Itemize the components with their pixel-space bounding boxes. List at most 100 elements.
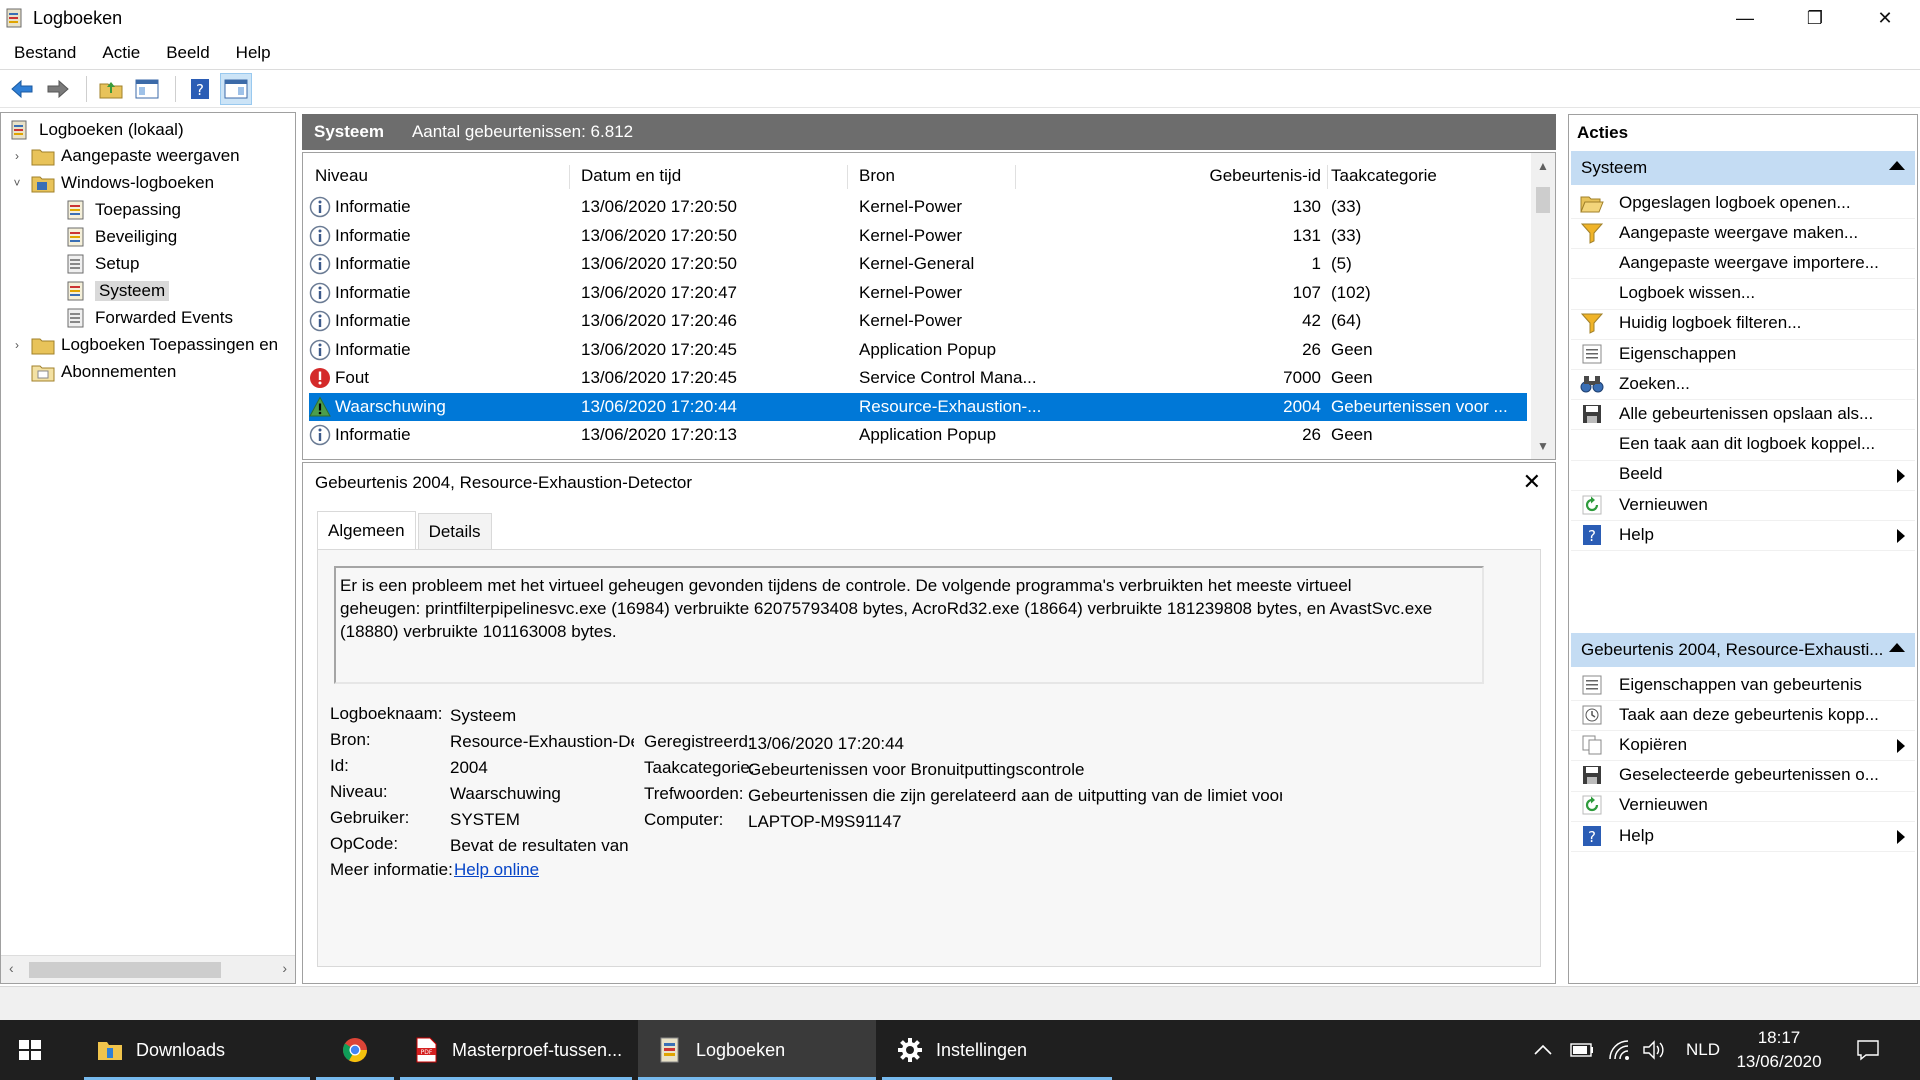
action-eigenschappen[interactable]: Eigenschappen: [1571, 338, 1915, 370]
column-header-niveau[interactable]: Niveau: [315, 159, 368, 193]
table-row[interactable]: Informatie 13/06/2020 17:20:50 Kernel-Powe…: [309, 193, 1527, 221]
tree-item-label: Forwarded Events: [95, 308, 233, 327]
table-row[interactable]: Informatie 13/06/2020 17:20:46 Kernel-Powe…: [309, 307, 1527, 335]
action-help[interactable]: ? Help: [1571, 820, 1915, 852]
tree-item-logboeken-toepassingen[interactable]: › Logboeken Toepassingen en: [9, 332, 278, 358]
scroll-thumb[interactable]: [1536, 187, 1550, 213]
tree-item-setup[interactable]: Setup: [65, 251, 139, 277]
action-taak-aan-deze-gebeurtenis-kopp[interactable]: Taak aan deze gebeurtenis kopp...: [1571, 699, 1915, 732]
action-logboek-wissen[interactable]: Logboek wissen...: [1571, 278, 1915, 310]
battery-button[interactable]: [1570, 1020, 1598, 1080]
collapse-caret-icon[interactable]: [1889, 161, 1905, 170]
folder-icon: [96, 1036, 124, 1064]
column-header-taakcategorie[interactable]: Taakcategorie: [1331, 159, 1437, 193]
show-hidden-icons-button[interactable]: [1534, 1020, 1558, 1080]
table-row[interactable]: Fout 13/06/2020 17:20:45 Service Control M…: [309, 364, 1527, 392]
column-divider[interactable]: [569, 165, 570, 189]
chevron-right-icon[interactable]: ›: [9, 338, 25, 352]
submenu-arrow-icon: [1897, 468, 1905, 483]
table-row[interactable]: Informatie 13/06/2020 17:20:50 Kernel-Gene…: [309, 250, 1527, 278]
column-header-gebeurtenis-id[interactable]: Gebeurtenis-id: [1193, 159, 1321, 193]
chevron-right-icon[interactable]: ›: [9, 149, 25, 163]
event-message[interactable]: Er is een probleem met het virtueel gehe…: [334, 566, 1484, 684]
scroll-up-icon[interactable]: ▲: [1537, 159, 1549, 173]
taskbar-masterproef[interactable]: PDF Masterproef-tussen...: [400, 1020, 632, 1080]
label-taakcategorie: Taakcategorie:: [644, 758, 755, 777]
show-hide-console-tree-button[interactable]: [131, 73, 163, 105]
forward-button[interactable]: [42, 73, 74, 105]
start-button[interactable]: [18, 1020, 54, 1080]
taskbar-logboeken[interactable]: Logboeken: [638, 1020, 876, 1080]
action-kopi-ren[interactable]: Kopiëren: [1571, 729, 1915, 762]
chevron-down-icon[interactable]: ˅: [9, 176, 25, 190]
column-divider[interactable]: [847, 165, 848, 189]
menu-help[interactable]: Help: [222, 43, 283, 63]
action-alle-gebeurtenissen-opslaan-als[interactable]: Alle gebeurtenissen opslaan als...: [1571, 398, 1915, 431]
tree-item-aangepaste-weergaven[interactable]: › Aangepaste weergaven: [9, 143, 240, 169]
taskbar-item-label: Logboeken: [696, 1039, 786, 1060]
action-een-taak-aan-dit-logboek-koppel[interactable]: Een taak aan dit logboek koppel...: [1571, 429, 1915, 461]
column-header-datum[interactable]: Datum en tijd: [581, 159, 681, 193]
network-button[interactable]: [1608, 1020, 1636, 1080]
taskbar-downloads[interactable]: Downloads: [84, 1020, 310, 1080]
action-geselecteerde-gebeurtenissen-o[interactable]: Geselecteerde gebeurtenissen o...: [1571, 760, 1915, 792]
event-list-vertical-scrollbar[interactable]: ▲ ▼: [1531, 153, 1555, 459]
cell-gebeurtenis-id: 2004: [1283, 396, 1321, 416]
column-divider[interactable]: [1015, 165, 1016, 189]
actions-section-systeem[interactable]: Systeem: [1571, 151, 1915, 185]
help-online-link[interactable]: Help online: [454, 860, 539, 880]
action-huidig-logboek-filteren[interactable]: Huidig logboek filteren...: [1571, 308, 1915, 340]
table-row[interactable]: Informatie 13/06/2020 17:20:45 Application…: [309, 336, 1527, 364]
column-divider[interactable]: [1327, 165, 1328, 189]
action-eigenschappen-van-gebeurtenis[interactable]: Eigenschappen van gebeurtenis: [1571, 669, 1915, 701]
minimize-button[interactable]: —: [1710, 0, 1780, 36]
table-row[interactable]: Informatie 13/06/2020 17:20:13 Application…: [309, 421, 1527, 449]
action-aangepaste-weergave-importere[interactable]: Aangepaste weergave importere...: [1571, 247, 1915, 280]
restore-button[interactable]: ❐: [1780, 0, 1850, 36]
scroll-left-icon[interactable]: ‹: [9, 960, 14, 976]
tree-item-forwarded-events[interactable]: Forwarded Events: [65, 305, 233, 331]
language-indicator[interactable]: NLD: [1686, 1020, 1720, 1080]
event-message-line: (18880) verbruikte 101163008 bytes.: [340, 622, 617, 641]
show-hide-action-pane-button[interactable]: [220, 72, 252, 105]
tab-algemeen[interactable]: Algemeen: [317, 511, 416, 549]
action-opgeslagen-logboek-openen[interactable]: Opgeslagen logboek openen...: [1571, 187, 1915, 219]
tree-item-windows-logboeken[interactable]: ˅ Windows-logboeken: [9, 170, 214, 196]
volume-button[interactable]: [1642, 1020, 1670, 1080]
tree-item-abonnementen[interactable]: Abonnementen: [31, 359, 176, 385]
scroll-down-icon[interactable]: ▼: [1537, 439, 1549, 453]
taskbar-chrome[interactable]: [316, 1020, 394, 1080]
menu-beeld[interactable]: Beeld: [152, 43, 221, 63]
close-button[interactable]: ✕: [1850, 0, 1920, 36]
clock[interactable]: 18:17 13/06/2020: [1724, 1026, 1834, 1074]
action-zoeken[interactable]: Zoeken...: [1571, 368, 1915, 401]
menu-actie[interactable]: Actie: [88, 43, 152, 63]
collapse-caret-icon[interactable]: [1889, 643, 1905, 652]
action-aangepaste-weergave-maken[interactable]: Aangepaste weergave maken...: [1571, 217, 1915, 250]
close-icon[interactable]: ✕: [1523, 469, 1541, 495]
tab-details[interactable]: Details: [417, 513, 492, 549]
tree-item-logboeken-lokaal[interactable]: Logboeken (lokaal): [9, 117, 184, 143]
folder-up-icon: [99, 81, 123, 98]
table-row[interactable]: Waarschuwing 13/06/2020 17:20:44 Resource-…: [309, 392, 1527, 421]
help-button[interactable]: ?: [184, 73, 216, 105]
action-beeld[interactable]: Beeld: [1571, 459, 1915, 491]
actions-section-gebeurtenis[interactable]: Gebeurtenis 2004, Resource-Exhausti...: [1571, 633, 1915, 667]
action-help[interactable]: ? Help: [1571, 519, 1915, 552]
column-header-bron[interactable]: Bron: [859, 159, 895, 193]
up-folder-button[interactable]: [95, 73, 127, 105]
scroll-thumb[interactable]: [29, 962, 221, 978]
action-vernieuwen[interactable]: Vernieuwen: [1571, 489, 1915, 521]
tree-item-systeem[interactable]: Systeem: [65, 278, 170, 304]
table-row[interactable]: Informatie 13/06/2020 17:20:50 Kernel-Powe…: [309, 222, 1527, 250]
action-vernieuwen[interactable]: Vernieuwen: [1571, 790, 1915, 822]
back-button[interactable]: [6, 73, 38, 105]
scroll-right-icon[interactable]: ›: [282, 960, 287, 976]
tree-item-beveiliging[interactable]: Beveiliging: [65, 224, 177, 250]
tree-item-toepassing[interactable]: Toepassing: [65, 197, 181, 223]
action-center-button[interactable]: [1856, 1020, 1886, 1080]
table-row[interactable]: Informatie 13/06/2020 17:20:47 Kernel-Powe…: [309, 279, 1527, 307]
taskbar-instellingen[interactable]: Instellingen: [882, 1020, 1112, 1080]
menu-bestand[interactable]: Bestand: [0, 43, 88, 63]
tree-horizontal-scrollbar[interactable]: ‹ ›: [1, 955, 295, 983]
